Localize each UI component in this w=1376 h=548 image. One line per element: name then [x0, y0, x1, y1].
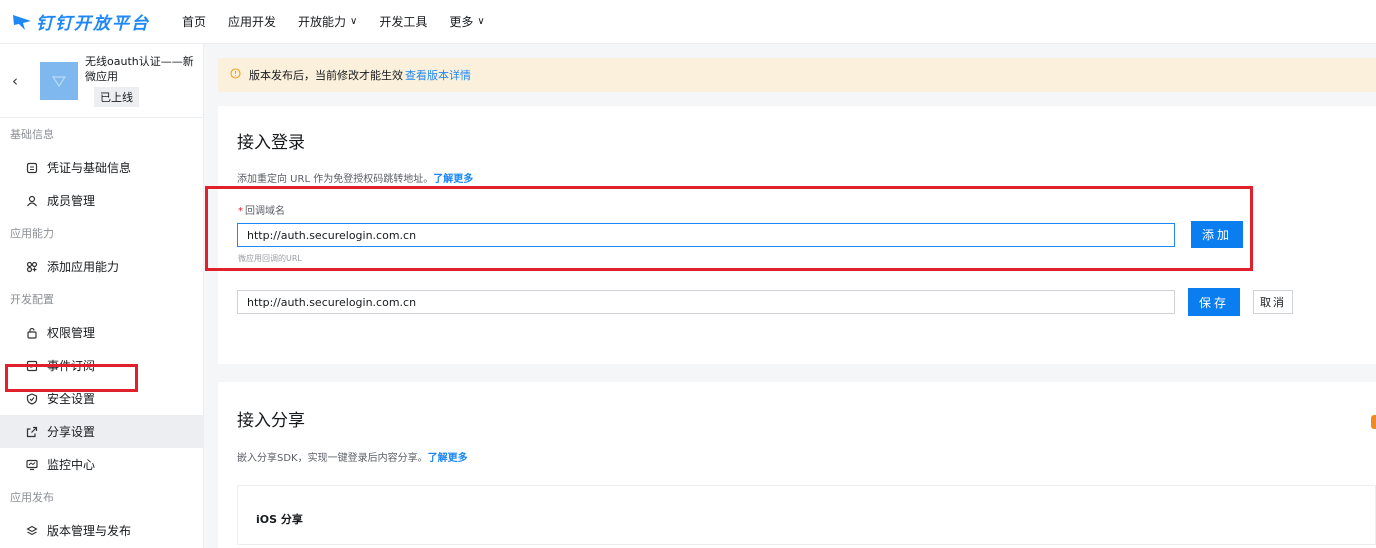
- section-title-dev-config: 开发配置: [10, 293, 54, 306]
- app-header: ‹ 无线oauth认证——新微应用 已上线: [0, 44, 203, 118]
- sidebar-item-label: 安全设置: [47, 392, 96, 406]
- saved-url-input[interactable]: http://auth.securelogin.com.cn: [237, 290, 1175, 314]
- nav-label: 开发工具: [379, 15, 428, 29]
- sidebar-item-members[interactable]: 成员管理: [0, 184, 203, 217]
- nav-label: 应用开发: [228, 15, 277, 29]
- notice-text: 版本发布后，当前修改才能生效: [249, 69, 403, 82]
- sidebar-item-label: 分享设置: [47, 425, 96, 439]
- section-title-release: 应用发布: [10, 491, 54, 504]
- sidebar-item-version[interactable]: 版本管理与发布: [0, 514, 203, 547]
- highlight-outline-share-settings: [5, 364, 138, 392]
- capability-icon: [26, 261, 38, 273]
- shield-icon: [26, 392, 38, 405]
- nav-item-open-capability[interactable]: 开放能力 ∨: [298, 13, 357, 30]
- view-version-link[interactable]: 查看版本详情: [405, 67, 471, 83]
- share-desc-text: 嵌入分享SDK，实现一键登录后内容分享。: [237, 453, 428, 464]
- nav-label: 首页: [182, 15, 207, 29]
- top-navigation-bar: 钉钉开放平台 首页 应用开发 开放能力 ∨ 开发工具 更多 ∨: [0, 0, 1376, 44]
- sidebar-item-credentials[interactable]: 凭证与基础信息: [0, 151, 203, 184]
- chevron-down-icon: ∨: [477, 16, 485, 27]
- share-card-desc: 嵌入分享SDK，实现一键登录后内容分享。了解更多: [237, 449, 468, 464]
- ios-share-panel[interactable]: iOS 分享: [237, 485, 1376, 545]
- share-access-card: 接入分享 嵌入分享SDK，实现一键登录后内容分享。了解更多 iOS 分享: [218, 382, 1376, 548]
- app-name: 无线oauth认证——新微应用: [85, 55, 194, 83]
- dingtalk-logo-icon: [12, 12, 34, 32]
- sidebar: ‹ 无线oauth认证——新微应用 已上线 基础信息 凭证与基础信息 成员管理 …: [0, 44, 204, 548]
- login-card-desc: 添加重定向 URL 作为免登授权码跳转地址。了解更多: [237, 170, 473, 185]
- login-desc-text: 添加重定向 URL 作为免登授权码跳转地址。: [237, 174, 434, 185]
- highlight-outline-callback-field: [205, 186, 1253, 271]
- sidebar-item-permissions[interactable]: 权限管理: [0, 316, 203, 349]
- nav-item-more[interactable]: 更多 ∨: [449, 13, 484, 30]
- sidebar-item-label: 添加应用能力: [47, 260, 120, 274]
- permission-icon: [26, 327, 38, 339]
- floating-widget-icon[interactable]: [1371, 415, 1376, 429]
- nav-label: 开放能力: [298, 15, 347, 29]
- login-card-title: 接入登录: [237, 133, 305, 153]
- version-icon: [26, 525, 38, 537]
- info-warning-icon: [230, 68, 241, 82]
- sidebar-item-label: 监控中心: [47, 458, 96, 472]
- share-card-title: 接入分享: [237, 411, 305, 431]
- cancel-button[interactable]: 取消: [1253, 290, 1293, 314]
- nav-label: 更多: [449, 15, 474, 29]
- sidebar-item-monitor[interactable]: 监控中心: [0, 448, 203, 481]
- learn-more-link[interactable]: 了解更多: [433, 174, 473, 185]
- section-title-capability: 应用能力: [10, 227, 54, 240]
- section-title-basic: 基础信息: [10, 128, 54, 141]
- sidebar-item-label: 版本管理与发布: [47, 524, 132, 538]
- sidebar-item-label: 成员管理: [47, 194, 96, 208]
- user-icon: [26, 195, 38, 207]
- sidebar-item-label: 权限管理: [47, 326, 96, 340]
- brand-name: 钉钉开放平台: [36, 14, 150, 34]
- share-icon: [26, 426, 38, 438]
- chevron-down-icon: ∨: [350, 16, 358, 27]
- sidebar-item-add-capability[interactable]: 添加应用能力: [0, 250, 203, 283]
- credential-icon: [26, 162, 38, 174]
- app-info: 无线oauth认证——新微应用 已上线: [85, 54, 195, 107]
- ios-share-title: iOS 分享: [256, 513, 303, 526]
- share-learn-more-link[interactable]: 了解更多: [428, 453, 468, 464]
- status-badge: 已上线: [94, 87, 139, 107]
- sidebar-item-label: 凭证与基础信息: [47, 161, 132, 175]
- main-nav: 首页 应用开发 开放能力 ∨ 开发工具 更多 ∨: [182, 0, 507, 44]
- nav-item-app-dev[interactable]: 应用开发: [228, 13, 276, 30]
- monitor-icon: [26, 459, 38, 471]
- brand-logo[interactable]: 钉钉开放平台: [12, 9, 182, 34]
- app-icon: [40, 61, 78, 100]
- nav-item-home[interactable]: 首页: [182, 13, 206, 30]
- nav-item-dev-tools[interactable]: 开发工具: [379, 13, 427, 30]
- back-arrow-icon[interactable]: ‹: [0, 72, 30, 90]
- publish-notice: 版本发布后，当前修改才能生效 查看版本详情: [218, 58, 1376, 92]
- save-button[interactable]: 保存: [1188, 288, 1240, 316]
- sidebar-item-share-settings[interactable]: 分享设置: [0, 415, 203, 448]
